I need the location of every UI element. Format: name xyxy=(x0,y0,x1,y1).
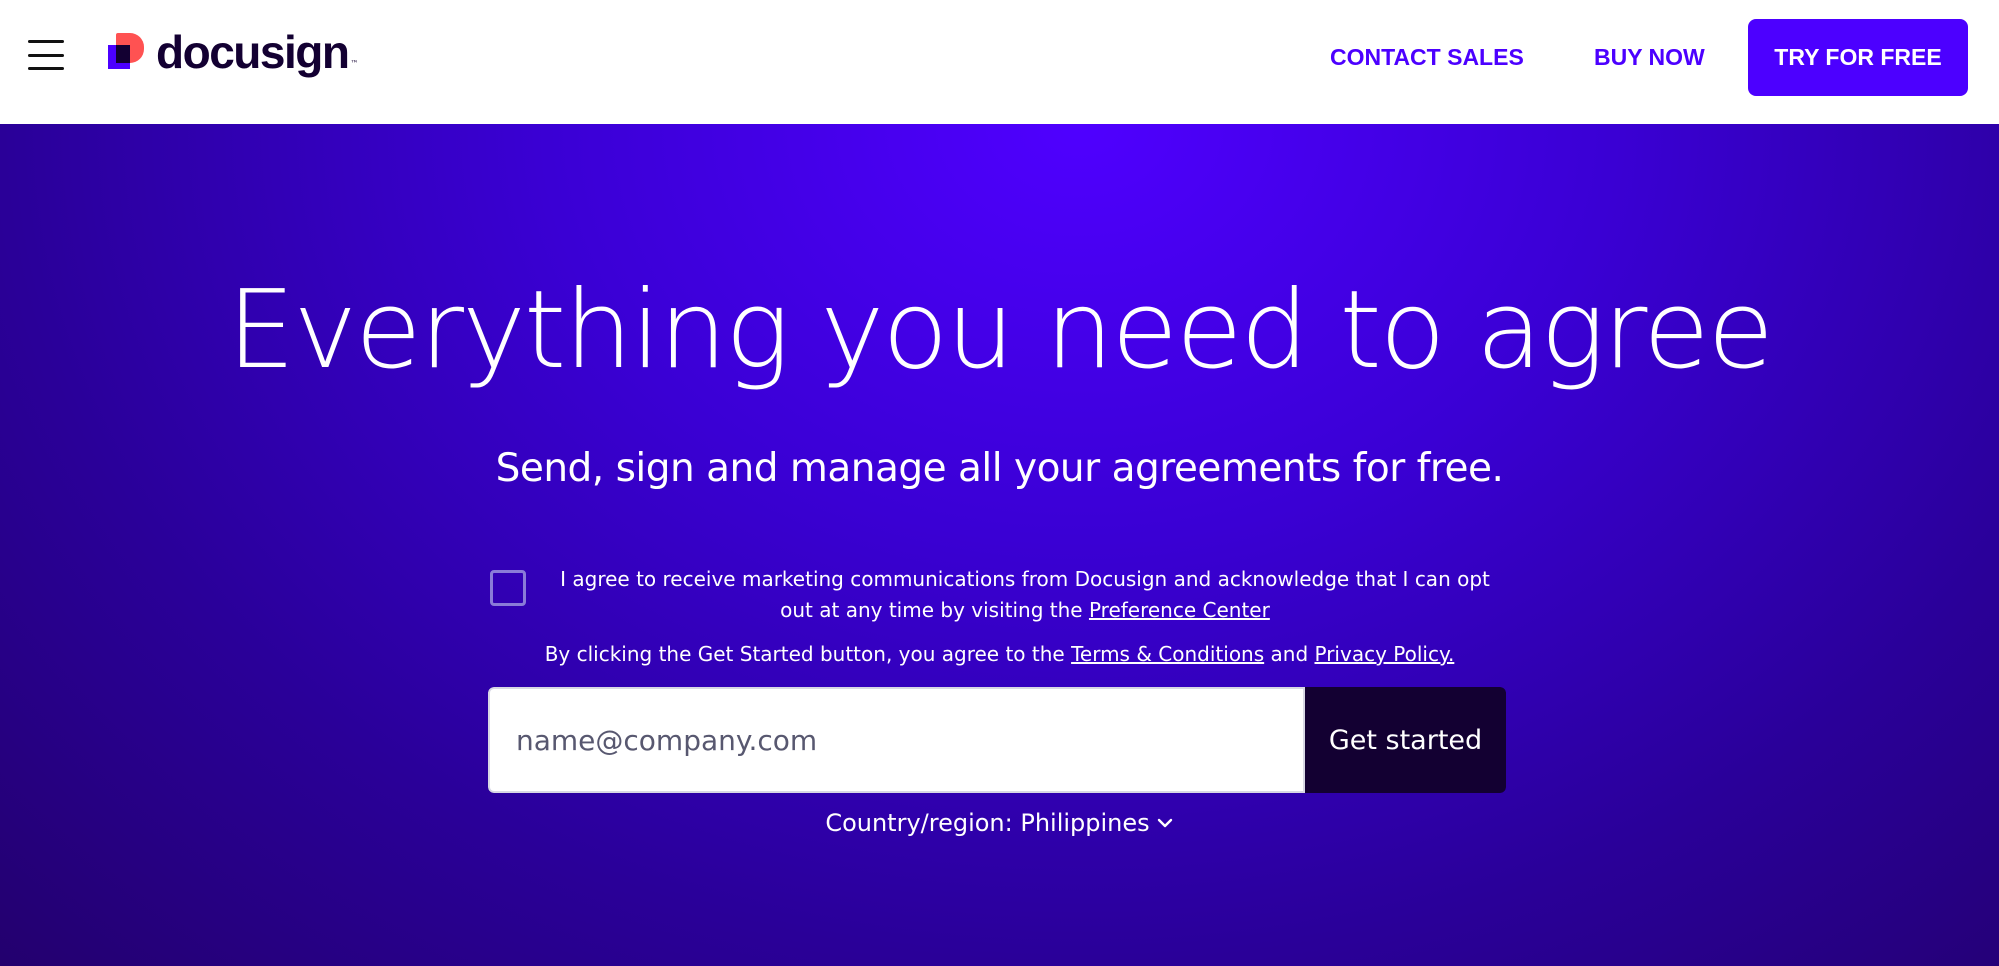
preference-center-link[interactable]: Preference Center xyxy=(1089,598,1270,622)
get-started-button[interactable]: Get started xyxy=(1305,687,1506,793)
terms-and: and xyxy=(1264,642,1315,666)
try-for-free-button[interactable]: TRY FOR FREE xyxy=(1748,19,1968,96)
chevron-down-icon xyxy=(1157,818,1172,828)
consent-text-body: I agree to receive marketing communicati… xyxy=(560,567,1490,622)
menu-bar xyxy=(28,40,64,43)
contact-sales-link[interactable]: CONTACT SALES xyxy=(1330,44,1524,71)
marketing-consent-checkbox[interactable] xyxy=(490,570,526,606)
email-input[interactable] xyxy=(488,687,1305,793)
consent-text: I agree to receive marketing communicati… xyxy=(550,564,1500,626)
docusign-logo[interactable]: docusign ™ xyxy=(108,28,358,76)
signup-form: Get started xyxy=(488,687,1506,793)
terms-prefix: By clicking the Get Started button, you … xyxy=(544,642,1072,666)
docusign-logo-icon xyxy=(108,33,146,71)
hamburger-menu-icon[interactable] xyxy=(28,40,64,70)
logo-trademark: ™ xyxy=(350,59,359,68)
hero-section: Everything you need to agree Send, sign … xyxy=(0,124,1999,966)
terms-notice: By clicking the Get Started button, you … xyxy=(0,642,1999,666)
hero-title: Everything you need to agree xyxy=(227,268,1774,393)
marketing-consent: I agree to receive marketing communicati… xyxy=(490,564,1500,634)
terms-conditions-link[interactable]: Terms & Conditions xyxy=(1071,642,1264,666)
buy-now-link[interactable]: BUY NOW xyxy=(1594,44,1705,71)
menu-bar xyxy=(28,67,64,70)
logo-text: docusign xyxy=(156,26,350,78)
privacy-policy-link[interactable]: Privacy Policy. xyxy=(1315,642,1455,666)
menu-bar xyxy=(28,53,64,57)
country-region-selector[interactable]: Country/region: Philippines xyxy=(0,809,1999,837)
hero-subtitle: Send, sign and manage all your agreement… xyxy=(495,446,1504,491)
country-region-label: Country/region: Philippines xyxy=(825,809,1150,837)
site-header: docusign ™ CONTACT SALES BUY NOW TRY FOR… xyxy=(0,0,1999,124)
